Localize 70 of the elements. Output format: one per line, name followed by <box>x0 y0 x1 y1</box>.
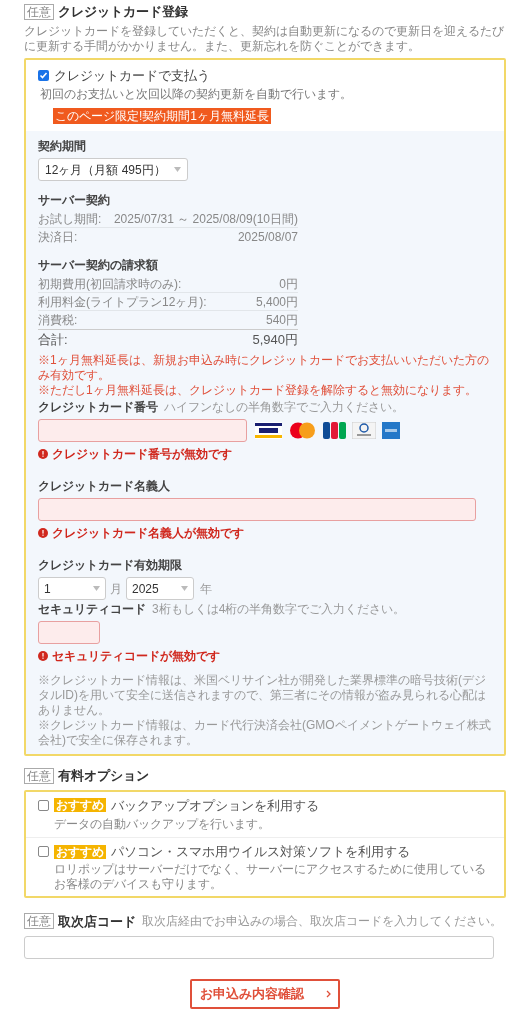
promo-note: ※ただし1ヶ月無料延長は、クレジットカード登録を解除すると無効になります。 <box>38 383 478 398</box>
total-label: 合計: <box>38 330 68 349</box>
field-label: 契約期間 <box>38 138 87 155</box>
caret-icon <box>93 586 100 591</box>
period-select[interactable]: 12ヶ月（月額 495円） <box>38 158 188 181</box>
note-text: ロリポップはサーバーだけでなく、サーバーにアクセスするために使用しているお客様のデバイスも守ります。 <box>54 861 487 892</box>
promo-note: ※1ヶ月無料延長は、新規お申込み時にクレジットカードでお支払いいただいた方のみ有効です。 <box>38 353 490 383</box>
security-note: ※クレジットカード情報は、カード代行決済会社(GMOペイメントゲートウェイ株式会社)で安全に保存されます。 <box>38 718 492 748</box>
option-label: バックアップオプションを利用する <box>111 796 319 815</box>
confirm-button[interactable]: お申込み内容確認 <box>190 979 340 1009</box>
optional-tag: 任意 <box>24 913 54 930</box>
optional-tag: 任意 <box>24 767 54 784</box>
security-note: ※クレジットカード情報は、米国ベリサイン社が開発した業界標準の暗号技術(デジタルID)を用いて安全に送信されますので、第三者にその情報が盗み見られる心配はありません。 <box>38 673 487 718</box>
total-value: 5,940円 <box>252 330 298 349</box>
alert-icon <box>38 528 48 538</box>
table-cell-text: 決済日: <box>38 229 78 246</box>
error-message: クレジットカード名義人が無効です <box>52 525 244 542</box>
payment-card-icon <box>382 422 400 439</box>
error-message: クレジットカード番号が無効です <box>52 446 232 463</box>
input-field[interactable] <box>38 419 247 442</box>
hint-text: 3桁もしくは4桁の半角数字でご入力ください。 <box>152 601 406 618</box>
table-cell-text: 初期費用(初回請求時のみ): <box>38 275 182 293</box>
field-label: クレジットカード有効期限 <box>38 557 182 574</box>
input-field[interactable] <box>38 498 476 521</box>
table-cell-text: 2025/07/31 ～ 2025/08/09(10日間) <box>113 210 298 228</box>
table-cell-text: 0円 <box>279 275 298 293</box>
payment-card-icon <box>323 422 346 439</box>
table-cell-text: 5,400円 <box>255 293 298 311</box>
chevron-right-icon <box>325 990 331 998</box>
error-message: セキュリティコードが無効です <box>52 648 220 665</box>
select-field[interactable]: 1 <box>38 577 106 600</box>
note-text: 初回のお支払いと次回以降の契約更新を自動で行います。 <box>40 86 352 103</box>
subsection-title: サーバー契約 <box>38 192 111 209</box>
payment-card-icon <box>255 422 282 439</box>
subsection-title: サーバー契約の請求額 <box>38 257 159 274</box>
recommend-badge: おすすめ <box>54 798 106 813</box>
input-field[interactable] <box>24 936 494 959</box>
checkbox[interactable] <box>38 799 49 811</box>
field-label: クレジットカード名義人 <box>38 478 170 495</box>
table-cell-text: 2025/08/07 <box>237 229 298 246</box>
recommend-badge: おすすめ <box>54 844 106 859</box>
hint-text: ハイフンなしの半角数字でご入力ください。 <box>164 399 404 416</box>
note-text: データの自動バックアップを行います。 <box>54 816 270 833</box>
section-title: クレジットカード登録 <box>58 3 188 21</box>
table-cell-text: 利用料金(ライトプラン12ヶ月): <box>38 293 207 311</box>
section-title: 有料オプション <box>58 767 149 785</box>
table-cell-text: 消費税: <box>38 312 78 329</box>
unit-label: 月 <box>110 580 122 598</box>
field-label: クレジットカード番号 <box>38 399 158 416</box>
optional-tag: 任意 <box>24 3 54 20</box>
payment-card-icon <box>352 422 376 439</box>
section-title: 取次店コード <box>58 912 136 931</box>
caret-icon <box>181 586 188 591</box>
alert-icon <box>38 651 48 661</box>
option-label: パソコン・スマホ用ウイルス対策ソフトを利用する <box>111 843 410 861</box>
alert-icon <box>38 449 48 459</box>
checkbox[interactable] <box>38 846 49 858</box>
table-cell-text: お試し期間: <box>38 210 102 228</box>
unit-label: 年 <box>200 580 212 598</box>
table-cell-text: 540円 <box>265 312 298 329</box>
input-field[interactable] <box>38 621 100 644</box>
checkbox-label: クレジットカードで支払う <box>54 66 210 85</box>
field-label: セキュリティコード <box>38 601 146 618</box>
description-text: クレジットカードを登録していただくと、契約は自動更新になるので更新日を迎えるたびに更新する手間がかかりません。また、更新忘れを防ぐことができます。 <box>24 23 505 54</box>
caret-icon <box>174 167 181 172</box>
payment-card-icon <box>288 422 317 439</box>
checkbox[interactable] <box>38 69 49 81</box>
hint-text: 取次店経由でお申込みの場合、取次店コードを入力してください。 <box>142 913 502 931</box>
select-field[interactable]: 2025 <box>126 577 194 600</box>
promo-badge: このページ限定!契約期間1ヶ月無料延長 <box>53 108 271 124</box>
